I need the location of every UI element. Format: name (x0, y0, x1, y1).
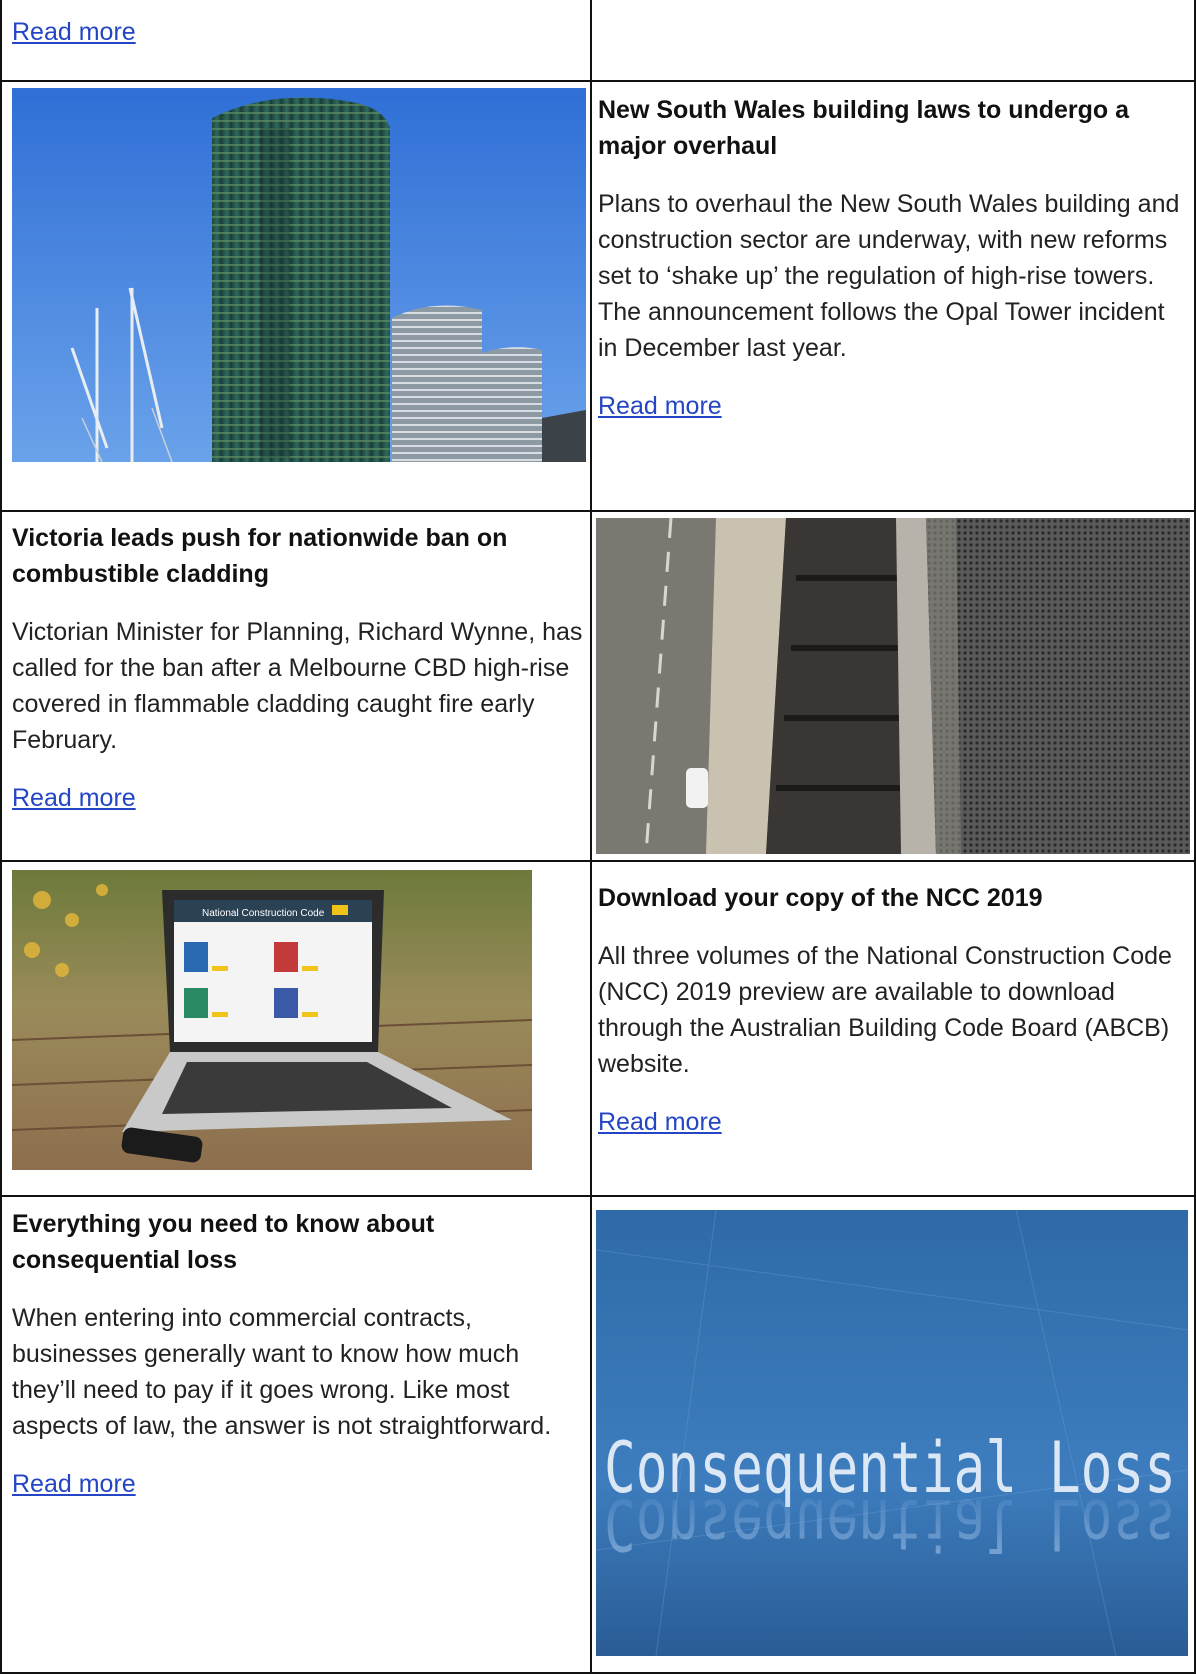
burnt-balconies-image (596, 518, 1190, 854)
newsletter-table: Read more New South Wales building laws … (0, 0, 1196, 1674)
table-border-left (0, 0, 2, 1674)
table-cell: Everything you need to know about conseq… (12, 1206, 586, 1666)
table-cell: New South Wales building laws to undergo… (598, 92, 1188, 502)
opal-tower-image (12, 88, 586, 462)
article-title: Everything you need to know about conseq… (12, 1210, 435, 1274)
article-summary: All three volumes of the National Constr… (598, 942, 1172, 1078)
read-more-link[interactable]: Read more (598, 1108, 722, 1136)
consequential-loss-image: Consequential Loss Consequential Loss (596, 1210, 1188, 1656)
read-more-link[interactable]: Read more (12, 18, 136, 46)
laptop-ncc-image: National Construction Code (12, 870, 532, 1170)
article-title: Victoria leads push for nationwide ban o… (12, 524, 508, 588)
article-title: Download your copy of the NCC 2019 (598, 884, 1043, 912)
table-column-divider (590, 0, 592, 1674)
article-summary: When entering into commercial contracts,… (12, 1304, 552, 1440)
table-cell: Read more (12, 14, 582, 74)
article-title: New South Wales building laws to undergo… (598, 96, 1130, 160)
table-cell: Download your copy of the NCC 2019 All t… (598, 880, 1188, 1180)
row-divider (0, 1195, 1196, 1197)
row-divider (0, 80, 1196, 82)
table-cell: Victoria leads push for nationwide ban o… (12, 520, 586, 850)
article-summary: Victorian Minister for Planning, Richard… (12, 618, 583, 754)
article-summary: Plans to overhaul the New South Wales bu… (598, 190, 1180, 362)
read-more-link[interactable]: Read more (598, 392, 722, 420)
row-divider (0, 510, 1196, 512)
laptop-screen-title: National Construction Code (202, 908, 325, 919)
row-divider (0, 860, 1196, 862)
read-more-link[interactable]: Read more (12, 1470, 136, 1498)
read-more-link[interactable]: Read more (12, 784, 136, 812)
consequential-loss-reflection: Consequential Loss (604, 1483, 1176, 1565)
